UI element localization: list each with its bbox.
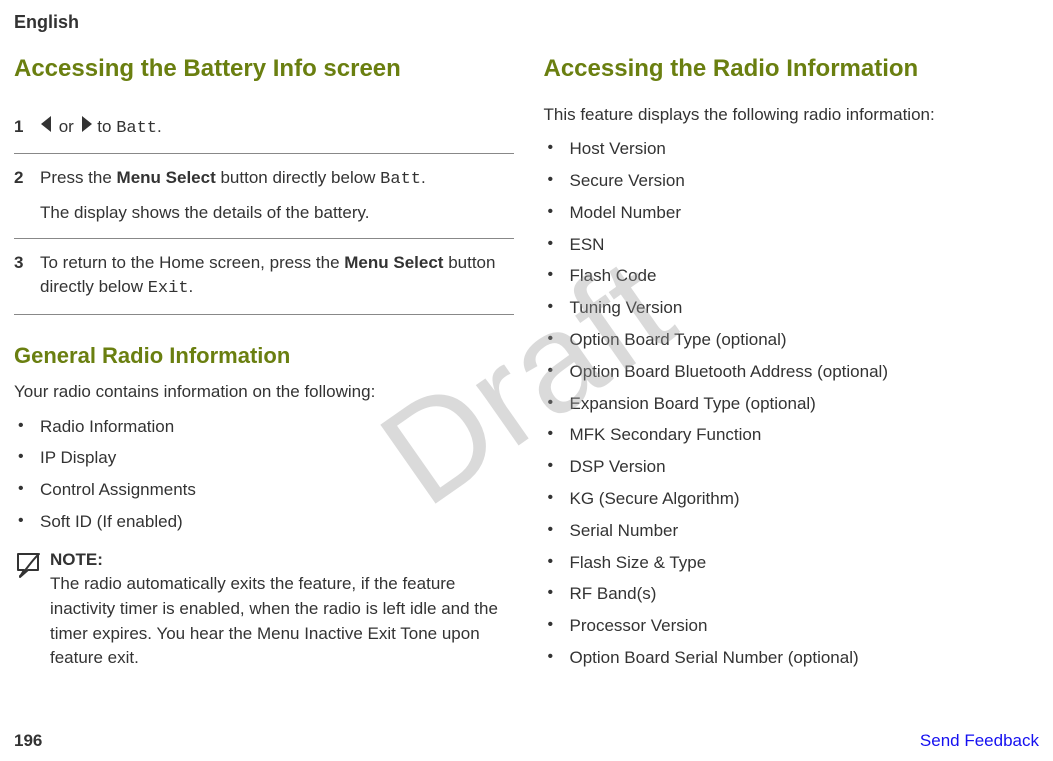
step-1-to: to [93, 117, 117, 136]
list-item: Processor Version [544, 614, 1044, 638]
list-item: Flash Code [544, 264, 1044, 288]
list-item: Option Board Serial Number (optional) [544, 646, 1044, 670]
list-item: Secure Version [544, 169, 1044, 193]
list-item: KG (Secure Algorithm) [544, 487, 1044, 511]
send-feedback-link[interactable]: Send Feedback [920, 731, 1039, 751]
step-2-batt: Batt [380, 170, 421, 189]
note-text: NOTE: The radio automatically exits the … [50, 548, 514, 671]
step-3-menu-select: Menu Select [344, 253, 443, 272]
list-item: Option Board Type (optional) [544, 328, 1044, 352]
list-item: Host Version [544, 137, 1044, 161]
step-2-p2: The display shows the details of the bat… [40, 201, 514, 226]
list-item: IP Display [14, 446, 514, 470]
step-1-batt: Batt [116, 119, 157, 138]
note-block: NOTE: The radio automatically exits the … [14, 548, 514, 671]
step-2-p1c: button directly below [216, 168, 380, 187]
list-item: DSP Version [544, 455, 1044, 479]
radio-info-intro: This feature displays the following radi… [544, 102, 1044, 128]
list-item: Tuning Version [544, 296, 1044, 320]
step-list: 1 or to Batt. 2 [14, 102, 514, 315]
list-item: Soft ID (If enabled) [14, 510, 514, 534]
list-item: Radio Information [14, 415, 514, 439]
list-item: Expansion Board Type (optional) [544, 392, 1044, 416]
heading-battery-info: Accessing the Battery Info screen [14, 55, 514, 84]
step-2-number: 2 [14, 166, 40, 191]
list-item: MFK Secondary Function [544, 423, 1044, 447]
radio-info-list: Host Version Secure Version Model Number… [544, 137, 1044, 670]
step-1-body: or to Batt. [40, 115, 514, 142]
step-3-p1a: To return to the Home screen, press the [40, 253, 344, 272]
right-column: Accessing the Radio Information This fea… [544, 55, 1044, 678]
list-item: Option Board Bluetooth Address (optional… [544, 360, 1044, 384]
step-1-number: 1 [14, 115, 40, 140]
list-item: Model Number [544, 201, 1044, 225]
list-item: RF Band(s) [544, 582, 1044, 606]
step-3-body: To return to the Home screen, press the … [40, 251, 514, 302]
heading-general-radio-info: General Radio Information [14, 343, 514, 369]
list-item: Control Assignments [14, 478, 514, 502]
page-content: English Accessing the Battery Info scree… [0, 0, 1053, 761]
list-item: Flash Size & Type [544, 551, 1044, 575]
step-3-p1e: . [189, 277, 194, 296]
heading-radio-information: Accessing the Radio Information [544, 55, 1044, 84]
step-2-menu-select: Menu Select [117, 168, 216, 187]
general-intro: Your radio contains information on the f… [14, 379, 514, 405]
right-arrow-icon [79, 115, 93, 140]
step-1-dot: . [157, 117, 162, 136]
step-3-number: 3 [14, 251, 40, 276]
step-3-exit: Exit [148, 279, 189, 298]
step-1: 1 or to Batt. [14, 103, 514, 155]
step-2-p1a: Press the [40, 168, 117, 187]
step-2-p1e: . [421, 168, 426, 187]
general-info-list: Radio Information IP Display Control Ass… [14, 415, 514, 534]
note-title: NOTE: [50, 550, 103, 569]
two-column-layout: Accessing the Battery Info screen 1 or t… [14, 55, 1043, 678]
page-footer: 196 Send Feedback [14, 731, 1039, 751]
step-2: 2 Press the Menu Select button directly … [14, 154, 514, 238]
step-1-or: or [54, 117, 79, 136]
left-column: Accessing the Battery Info screen 1 or t… [14, 55, 514, 678]
note-icon [14, 548, 50, 585]
step-2-body: Press the Menu Select button directly be… [40, 166, 514, 225]
language-label: English [14, 12, 1043, 33]
list-item: Serial Number [544, 519, 1044, 543]
step-3: 3 To return to the Home screen, press th… [14, 239, 514, 315]
note-body: The radio automatically exits the featur… [50, 574, 498, 667]
page-number: 196 [14, 731, 42, 751]
left-arrow-icon [40, 115, 54, 140]
list-item: ESN [544, 233, 1044, 257]
